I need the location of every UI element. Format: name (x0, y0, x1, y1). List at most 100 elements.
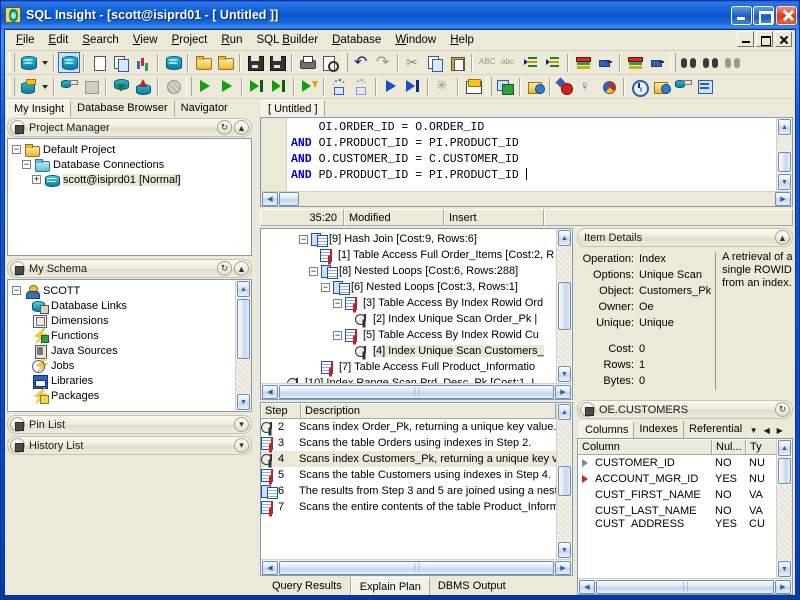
close-document-button[interactable] (775, 31, 792, 47)
plan-row[interactable]: − [5] Table Access By Index Rowid Cu (263, 327, 556, 343)
expander-icon[interactable]: − (299, 234, 308, 244)
tab-dbms-output[interactable]: DBMS Output (429, 577, 514, 595)
column-row[interactable]: CUST_LAST_NAME NO VA (578, 503, 776, 519)
tab-referential[interactable]: Referential (683, 421, 748, 438)
bookmark-goto-icon[interactable] (646, 52, 668, 73)
scroll-left-button[interactable]: ◀ (262, 384, 278, 399)
scroll-down-button[interactable]: ▼ (558, 366, 571, 382)
tab-query-results[interactable]: Query Results (264, 577, 351, 595)
scroll-thumb[interactable] (778, 458, 791, 484)
plan-steps-grid[interactable]: Step Description 2 Scans index Order_Pk,… (260, 402, 573, 576)
steps-row[interactable]: 2 Scans index Order_Pk, returning a uniq… (261, 419, 556, 435)
toolbar-grip[interactable] (9, 77, 15, 96)
trace-on-icon[interactable] (328, 76, 350, 97)
toolbar-grip[interactable] (9, 53, 15, 72)
execute-icon[interactable] (194, 76, 216, 97)
restore-button[interactable] (753, 5, 774, 25)
scroll-thumb[interactable]: ┆┆ (279, 560, 554, 575)
find-icon[interactable] (678, 52, 700, 73)
database-object-icon[interactable] (162, 52, 184, 73)
scroll-thumb[interactable] (558, 466, 571, 496)
find-options-icon[interactable] (722, 52, 744, 73)
expander-icon[interactable]: − (309, 266, 318, 276)
database-dropdown-icon[interactable] (39, 52, 50, 73)
scroll-right-button[interactable]: ▶ (555, 384, 571, 399)
toolbar-grip[interactable] (486, 77, 492, 96)
tab-database-browser[interactable]: Database Browser (71, 100, 175, 117)
bookmark-list-icon[interactable] (624, 52, 646, 73)
bookmark-icon[interactable] (572, 52, 594, 73)
outdent-icon[interactable] (542, 52, 564, 73)
trace-off-icon[interactable] (350, 76, 372, 97)
menu-database[interactable]: Database (325, 32, 388, 48)
steps-row[interactable]: 4 Scans index Customers_Pk, returning a … (261, 451, 556, 467)
pin-list-header[interactable]: Pin List ▾ (7, 415, 252, 434)
scroll-thumb[interactable] (558, 282, 571, 330)
execute-all-icon[interactable] (298, 76, 320, 97)
close-button[interactable] (776, 5, 797, 25)
scroll-thumb[interactable] (279, 192, 299, 206)
expander-icon[interactable]: − (333, 298, 342, 308)
tab-my-insight[interactable]: My Insight (7, 100, 72, 117)
chevron-down-icon[interactable]: ▼ (747, 423, 760, 438)
database-connect-icon[interactable] (58, 52, 80, 73)
steps-row[interactable]: 6 The results from Step 3 and 5 are join… (261, 483, 556, 499)
tree-row[interactable]: Functions (12, 327, 235, 344)
plan-row[interactable]: − [6] Nested Loops [Cost:3, Rows:1] (263, 279, 556, 295)
plan-row[interactable]: [4] Index Unique Scan Customers_ (263, 343, 556, 359)
columns-grid[interactable]: Column Nul... Ty CUSTOMER_ID NO NU ACCOU… (577, 438, 793, 595)
scroll-up-button[interactable]: ▲ (237, 281, 250, 297)
explain-plan-tree[interactable]: − [9] Hash Join [Cost:9, Rows:6] [1] Tab… (260, 228, 573, 400)
menu-edit[interactable]: Edit (42, 32, 76, 48)
header-nullable[interactable]: Nul... (712, 439, 746, 454)
column-row[interactable]: CUSTOMER_ID NO NU (578, 455, 776, 471)
replace-icon[interactable] (700, 52, 722, 73)
object-list-icon[interactable] (672, 76, 694, 97)
scroll-thumb[interactable] (237, 299, 250, 359)
scroll-track[interactable] (777, 485, 792, 560)
steps-row[interactable]: 3 Scans the table Orders using indexes i… (261, 435, 556, 451)
schema-tree-icon[interactable] (58, 76, 80, 97)
expander-icon[interactable]: − (12, 286, 21, 295)
tree-row[interactable]: − Default Project (12, 142, 251, 157)
minimize-button[interactable] (731, 5, 752, 25)
scroll-track[interactable] (557, 247, 572, 281)
menu-window[interactable]: Window (388, 32, 443, 48)
scroll-track[interactable] (236, 360, 251, 393)
login-dropdown-icon[interactable] (39, 76, 50, 97)
menu-help[interactable]: Help (443, 32, 481, 48)
tree-row[interactable]: + scott@isiprd01 [Normal] (12, 172, 251, 187)
tree-row[interactable]: Jobs (12, 357, 235, 373)
tree-row[interactable]: Packages (12, 387, 235, 404)
indent-icon[interactable] (520, 52, 542, 73)
execute-step-icon[interactable] (246, 76, 268, 97)
session-clock-icon[interactable] (628, 76, 650, 97)
new-file-icon[interactable] (88, 52, 110, 73)
scroll-right-button[interactable]: ▶ (555, 560, 571, 575)
expand-down-icon[interactable]: ▾ (234, 438, 249, 453)
tab-columns[interactable]: Columns (579, 421, 635, 438)
pin-icon[interactable] (10, 417, 25, 432)
scroll-left-button[interactable]: ◀ (579, 579, 595, 594)
editor-vertical-scrollbar[interactable]: ▲ ▼ (776, 118, 792, 191)
columns-grid-hscrollbar[interactable]: ◀ ┆┆ ▶ (578, 578, 792, 594)
new-window-icon[interactable] (494, 76, 516, 97)
commit-icon[interactable] (110, 76, 132, 97)
expander-icon[interactable]: − (333, 330, 342, 340)
chart-icon[interactable] (132, 52, 154, 73)
copy-file-icon[interactable] (110, 52, 132, 73)
debug-step-icon[interactable] (402, 76, 424, 97)
menu-view[interactable]: View (126, 32, 165, 48)
scroll-thumb[interactable] (778, 152, 791, 172)
expander-icon[interactable]: − (22, 160, 31, 169)
my-schema-tree[interactable]: − SCOTT Database Links Dimensions ⚡ Func… (7, 279, 252, 412)
chevron-right-icon[interactable]: ▶ (773, 423, 786, 438)
header-column[interactable]: Column (578, 439, 712, 454)
expander-icon[interactable]: − (12, 145, 21, 154)
steps-grid-hscrollbar[interactable]: ◀ ┆┆ ▶ (261, 559, 572, 575)
scroll-left-button[interactable]: ◀ (262, 192, 278, 206)
plan-row[interactable]: [10] Index Range Scan Prd_Desc_Pk [Cost:… (263, 375, 556, 383)
tree-row[interactable]: − SCOTT (12, 283, 235, 299)
scroll-track[interactable] (777, 136, 792, 151)
menu-project[interactable]: Project (165, 32, 215, 48)
